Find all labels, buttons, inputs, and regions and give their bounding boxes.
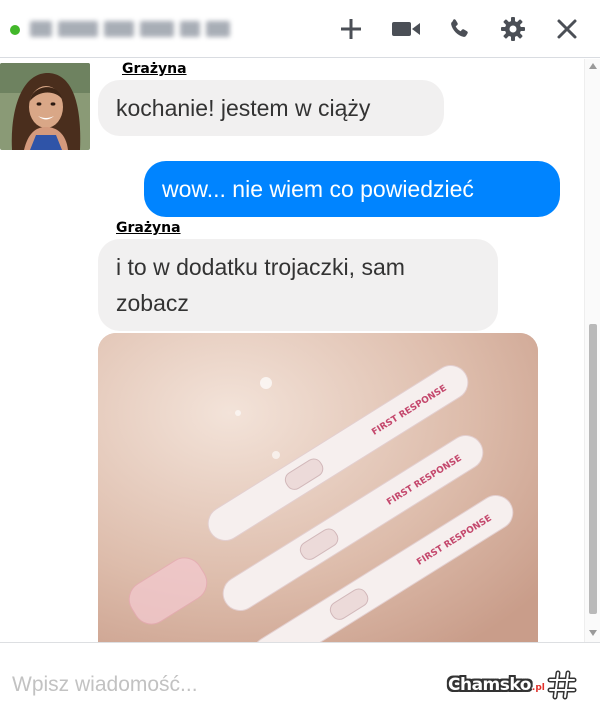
watermark-logo: Chamsko .pl [448, 667, 577, 703]
online-status-indicator [10, 25, 20, 35]
sender-name: Grażyna [122, 61, 187, 77]
scrollbar[interactable] [584, 59, 600, 642]
watermark-text: Chamsko [448, 675, 531, 695]
hashtag-logo-icon [547, 670, 577, 700]
scrollbar-thumb[interactable] [589, 324, 597, 614]
message-input[interactable] [12, 673, 392, 697]
contact-name-blurred[interactable] [30, 18, 236, 40]
scroll-down-arrow-icon[interactable] [589, 630, 597, 636]
scroll-up-arrow-icon[interactable] [589, 63, 597, 69]
message-composer: Chamsko .pl [0, 642, 600, 707]
add-icon[interactable] [334, 12, 368, 46]
sender-name: Grażyna [116, 220, 181, 236]
close-icon[interactable] [550, 12, 584, 46]
message-bubble-incoming[interactable]: kochanie! jestem w ciąży [98, 80, 444, 136]
settings-gear-icon[interactable] [496, 12, 530, 46]
message-bubble-incoming[interactable]: i to w dodatku trojaczki, sam zobacz [98, 239, 498, 331]
pregnancy-tests-photo: FIRST RESPONSE FIRST RESPONSE FIRST RESP… [98, 333, 538, 642]
message-bubble-outgoing[interactable]: wow... nie wiem co powiedzieć [144, 161, 560, 217]
contact-avatar[interactable] [0, 63, 90, 150]
message-text-line: i to w dodatku trojaczki, sam [116, 254, 405, 280]
message-text-line: zobacz [116, 290, 189, 316]
message-thread[interactable]: Grażyna kochanie! jestem w ciąży wow... … [0, 59, 600, 642]
message-text: wow... nie wiem co powiedzieć [162, 176, 474, 202]
photo-attachment[interactable]: FIRST RESPONSE FIRST RESPONSE FIRST RESP… [98, 333, 538, 642]
phone-icon[interactable] [442, 12, 476, 46]
message-text: kochanie! jestem w ciąży [116, 95, 371, 121]
chat-header [0, 0, 600, 58]
video-call-icon[interactable] [389, 12, 423, 46]
watermark-suffix: .pl [531, 683, 545, 693]
